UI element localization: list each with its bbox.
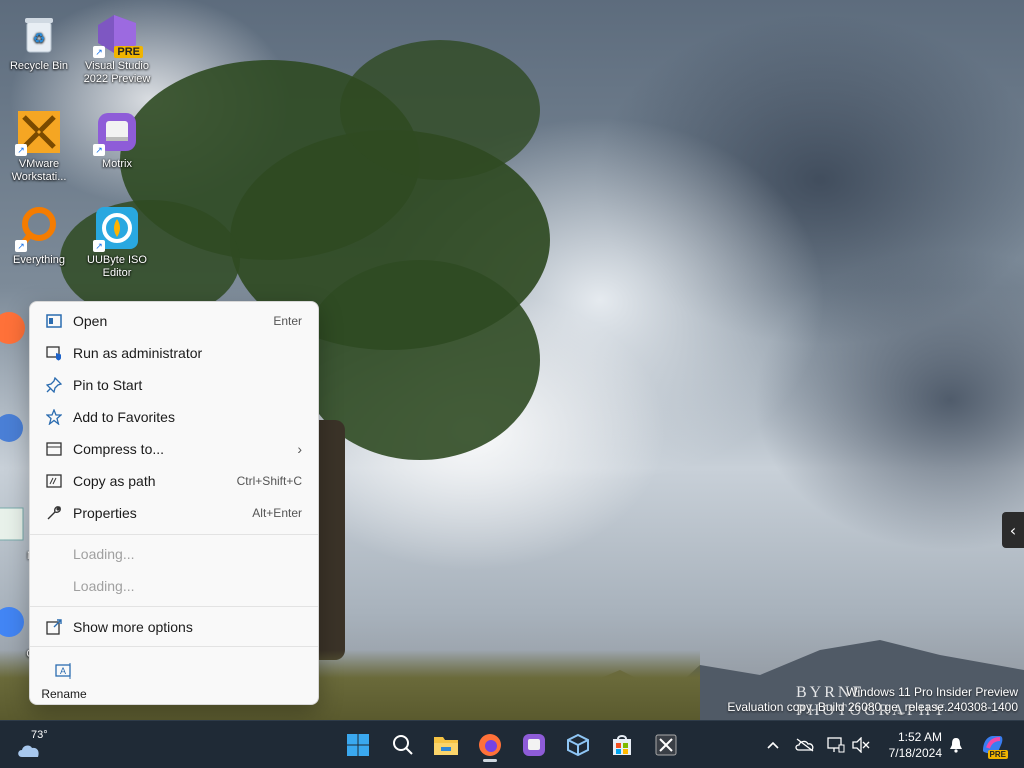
running-indicator — [483, 759, 497, 762]
menu-separator — [30, 534, 318, 535]
virtualbox-icon — [567, 733, 589, 757]
taskbar-store[interactable] — [604, 727, 640, 763]
visual-studio-icon: PRE ↗ — [93, 10, 143, 58]
chevron-up-icon — [767, 741, 779, 749]
wrench-icon — [45, 504, 63, 522]
menu-item-loading-2: Loading... — [73, 578, 135, 594]
notifications-button[interactable] — [946, 735, 966, 755]
vmware-icon: ↗ — [15, 108, 63, 156]
show-hidden-icons-button[interactable] — [763, 735, 783, 755]
taskbar: 73° 1:52 AM 7/18/2024 PRE — [0, 720, 1024, 768]
copilot-button[interactable]: PRE — [980, 733, 1008, 759]
menu-separator — [30, 646, 318, 647]
taskbar-virtualbox[interactable] — [560, 727, 596, 763]
desktop-icon-visual-studio[interactable]: PRE ↗ Visual Studio 2022 Preview — [78, 6, 156, 96]
start-button[interactable] — [340, 727, 376, 763]
star-icon — [45, 408, 63, 426]
volume-muted-icon — [852, 737, 870, 753]
recycle-bin-icon: ♻ — [15, 10, 63, 58]
clock[interactable]: 1:52 AM 7/18/2024 — [880, 729, 942, 761]
start-icon — [347, 734, 369, 756]
preview-badge: PRE — [114, 46, 143, 58]
svg-text:♻: ♻ — [33, 30, 46, 46]
menu-item-show-more-options[interactable]: Show more options — [34, 612, 314, 642]
taskbar-search-button[interactable] — [385, 727, 421, 763]
pin-icon — [45, 376, 63, 394]
rename-icon: A — [55, 662, 73, 683]
menu-item-compress-to[interactable]: Compress to... › — [34, 434, 314, 464]
taskbar-motrix[interactable] — [516, 727, 552, 763]
desktop-icon-everything[interactable]: ↗ Everything — [0, 200, 78, 290]
store-icon — [613, 735, 631, 755]
desktop-icon-uubyte[interactable]: ↗ UUByte ISO Editor — [78, 200, 156, 290]
copy-path-icon — [45, 472, 63, 490]
taskbar-firefox[interactable] — [472, 727, 508, 763]
rename-button[interactable]: A Rename — [36, 654, 92, 701]
motrix-icon — [523, 734, 545, 756]
shortcut-arrow-icon: ↗ — [93, 46, 105, 58]
svg-text:A: A — [60, 666, 66, 676]
menu-item-properties[interactable]: Properties Alt+Enter — [34, 498, 314, 528]
motrix-icon: ↗ — [93, 108, 141, 156]
taskbar-file-explorer[interactable] — [428, 727, 464, 763]
menu-item-loading-1: Loading... — [73, 546, 135, 562]
menu-item-run-as-admin[interactable]: Run as administrator — [34, 338, 314, 368]
menu-separator — [30, 606, 318, 607]
cloud-icon — [18, 745, 39, 757]
uubyte-iso-icon: ↗ — [93, 204, 141, 252]
archive-icon — [45, 440, 63, 458]
menu-item-open[interactable]: Open Enter — [34, 306, 314, 336]
desktop-icon-vmware[interactable]: ↗ VMware Workstati... — [0, 104, 78, 194]
chevron-right-icon: › — [297, 441, 302, 457]
share-icon — [45, 618, 63, 636]
tray-volume[interactable] — [851, 735, 871, 755]
desktop-icon-motrix[interactable]: ↗ Motrix — [78, 104, 156, 194]
menu-item-pin-to-start[interactable]: Pin to Start — [34, 370, 314, 400]
evaluation-watermark: Windows 11 Pro Insider Preview Evaluatio… — [727, 685, 1018, 714]
search-icon — [393, 735, 413, 755]
tray-onedrive[interactable] — [795, 735, 815, 755]
context-menu: Open Enter Run as administrator Pin to S… — [29, 301, 319, 705]
everything-search-icon: ↗ — [15, 204, 63, 252]
menu-item-add-to-favorites[interactable]: Add to Favorites — [34, 402, 314, 432]
onedrive-offline-icon — [795, 738, 814, 752]
desktop-icon-recycle-bin[interactable]: ♻ Recycle Bin — [0, 6, 78, 96]
chevron-left-icon[interactable]: ‹ — [1002, 512, 1024, 548]
taskbar-snipping-tool[interactable] — [648, 727, 684, 763]
open-icon — [45, 312, 63, 330]
shield-icon — [45, 344, 63, 362]
file-explorer-icon — [434, 737, 458, 755]
weather-widget[interactable]: 73° — [16, 729, 56, 761]
network-icon — [827, 737, 845, 753]
snipping-tool-icon — [655, 734, 677, 756]
firefox-icon — [479, 734, 501, 756]
menu-item-copy-as-path[interactable]: Copy as path Ctrl+Shift+C — [34, 466, 314, 496]
bell-icon — [950, 738, 962, 753]
tray-network[interactable] — [826, 735, 846, 755]
